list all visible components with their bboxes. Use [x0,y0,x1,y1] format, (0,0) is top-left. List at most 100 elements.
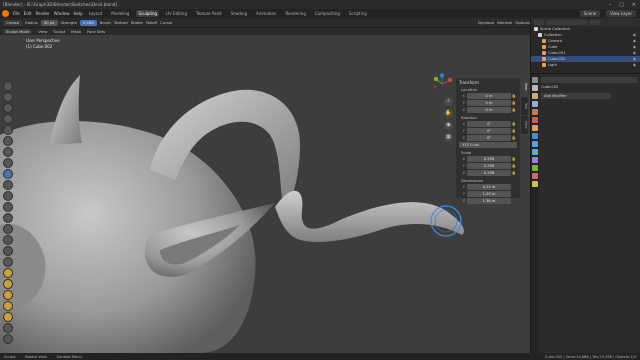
fill-brush-icon[interactable] [3,202,13,212]
maximize-icon[interactable]: □ [619,2,624,8]
location-y-field[interactable]: 0 m [467,100,511,106]
menu-render[interactable]: Render [35,11,49,16]
menu-view[interactable]: View [38,29,47,34]
inflate-brush-icon[interactable] [3,147,13,157]
menu-window[interactable]: Window [54,11,70,16]
multiplane-scrape-brush-icon[interactable] [3,224,13,234]
world-tab-icon[interactable] [532,117,538,123]
location-x-field[interactable]: 0 m [467,93,511,99]
menu-file[interactable]: File [13,11,20,16]
workspace-tab-rendering[interactable]: Rendering [283,10,307,17]
menu-texture[interactable]: Texture [114,20,128,25]
workspace-tab-compositing[interactable]: Compositing [313,10,342,17]
mode-selector[interactable]: Sculpt Mode [3,29,33,34]
zoom-icon[interactable]: ⌕ [444,97,453,106]
rotation-y-field[interactable]: 0° [467,128,511,134]
smooth-brush-icon[interactable] [3,180,13,190]
menu-sculpt[interactable]: Sculpt [53,29,65,34]
tab-view[interactable]: View [521,116,528,134]
workspace-tab-animation[interactable]: Animation [254,10,278,17]
display-mode-icon[interactable] [534,19,544,25]
visibility-eye-icon[interactable]: ◉ [633,45,636,49]
constraints-tab-icon[interactable] [532,157,538,163]
scrape-brush-icon[interactable] [3,213,13,223]
dimensions-z-field[interactable]: 1.38 m [467,198,511,204]
clay-brush-icon[interactable] [3,103,13,113]
draw-brush-icon[interactable] [3,81,13,91]
blender-logo-icon[interactable] [2,10,9,17]
filter-icon[interactable] [590,19,600,25]
view-layer-selector[interactable]: View Layer [606,10,636,17]
nudge-brush-icon[interactable] [3,301,13,311]
lock-icon[interactable]: 🔓 [511,108,517,112]
boundary-brush-icon[interactable] [3,334,13,344]
material-tab-icon[interactable] [532,173,538,179]
scene-selector[interactable]: Scene [579,10,601,17]
elastic-deform-brush-icon[interactable] [3,257,13,267]
lock-icon[interactable]: 🔓 [511,171,517,175]
camera-view-icon[interactable]: ◉ [444,121,453,130]
add-modifier-button[interactable]: Add Modifier [541,93,611,99]
perspective-grid-icon[interactable]: ▦ [444,133,453,142]
location-z-field[interactable]: 0 m [467,107,511,113]
visibility-eye-icon[interactable]: ◉ [633,63,636,67]
lock-icon[interactable]: 🔓 [511,164,517,168]
radius-field[interactable]: 40 px [40,19,58,26]
clay-thumb-brush-icon[interactable] [3,125,13,135]
rotation-mode-select[interactable]: XYZ Euler [459,142,517,148]
lock-icon[interactable]: 🔓 [511,101,517,105]
visibility-eye-icon[interactable]: ◉ [633,57,636,61]
slide-relax-brush-icon[interactable] [3,323,13,333]
remesh-menu[interactable]: Remesh [497,20,512,25]
lock-icon[interactable]: 🔓 [511,129,517,133]
data-tab-icon[interactable] [532,165,538,171]
thumb-brush-icon[interactable] [3,279,13,289]
dimensions-x-field[interactable]: 4.22 m [467,184,511,190]
output-tab-icon[interactable] [532,93,538,99]
crease-brush-icon[interactable] [3,169,13,179]
visibility-eye-icon[interactable]: ◉ [633,33,636,37]
workspace-tab-modeling[interactable]: Modeling [109,10,131,17]
visibility-eye-icon[interactable]: ◉ [633,39,636,43]
snake-hook-brush-icon[interactable] [3,268,13,278]
texture-tab-icon[interactable] [532,181,538,187]
workspace-tab-shading[interactable]: Shading [229,10,249,17]
menu-cursor[interactable]: Cursor [160,20,172,25]
3d-viewport[interactable]: User Perspective (1) Cube.002 ⌕ ✋ ◉ ▦ Tr… [0,35,530,353]
outliner-row[interactable]: Light ◉ [531,62,640,68]
menu-stroke[interactable]: Stroke [131,20,143,25]
menu-face-sets[interactable]: Face Sets [87,29,105,34]
pose-brush-icon[interactable] [3,290,13,300]
tab-tool[interactable]: Tool [521,97,528,115]
menu-falloff[interactable]: Falloff [146,20,157,25]
lock-icon[interactable]: 🔓 [511,136,517,140]
rotation-x-field[interactable]: 0° [467,121,511,127]
brush-selector[interactable]: Crease [3,19,23,26]
workspace-tab-scripting[interactable]: Scripting [347,10,369,17]
dyntopo-menu[interactable]: Dyntopo [478,20,494,25]
workspace-tab-layout[interactable]: Layout [87,10,105,17]
workspace-tab-uv-editing[interactable]: UV Editing [164,10,189,17]
pan-hand-icon[interactable]: ✋ [444,109,453,118]
rotate-brush-icon[interactable] [3,312,13,322]
menu-edit[interactable]: Edit [24,11,32,16]
clay-strips-brush-icon[interactable] [3,114,13,124]
lock-icon[interactable]: 🔓 [511,94,517,98]
strength-field[interactable]: 0.160 [79,19,97,26]
menu-mask[interactable]: Mask [71,29,81,34]
dimensions-y-field[interactable]: 1.03 m [467,191,511,197]
minimize-icon[interactable]: – [609,2,612,8]
blob-brush-icon[interactable] [3,158,13,168]
lock-icon[interactable]: 🔓 [511,122,517,126]
properties-search[interactable] [541,77,637,83]
visibility-eye-icon[interactable]: ◉ [633,51,636,55]
tab-item[interactable]: Item [521,78,528,96]
pinch-brush-icon[interactable] [3,235,13,245]
view-layer-tab-icon[interactable] [532,101,538,107]
lock-icon[interactable]: 🔓 [511,157,517,161]
outliner-search-input[interactable] [547,19,587,25]
flatten-brush-icon[interactable] [3,191,13,201]
modifier-tab-icon[interactable] [532,133,538,139]
rotation-z-field[interactable]: 0° [467,135,511,141]
menu-brush[interactable]: Brush [100,20,111,25]
